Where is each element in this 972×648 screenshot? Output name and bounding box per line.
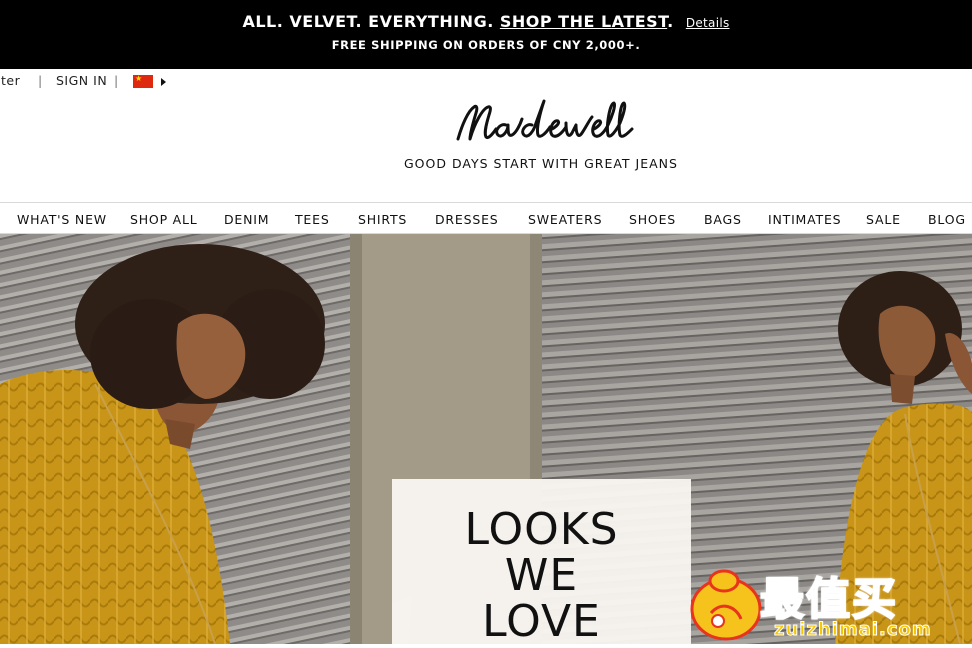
madewell-logo-svg xyxy=(456,99,634,141)
looks-we-love-box[interactable]: LOOKS WE LOVE xyxy=(392,479,691,644)
nav-item-intimates[interactable]: INTIMATES xyxy=(768,212,841,227)
promo-bar: ALL. VELVET. EVERYTHING. SHOP THE LATEST… xyxy=(0,0,972,69)
nav-item-whats-new[interactable]: WHAT'S NEW xyxy=(17,212,107,227)
nav-item-shirts[interactable]: SHIRTS xyxy=(358,212,407,227)
details-link[interactable]: Details xyxy=(686,16,730,30)
promo-main-text: ALL. VELVET. EVERYTHING. xyxy=(242,12,494,31)
nav-item-blog[interactable]: BLOG xyxy=(928,212,966,227)
caret-right-icon[interactable] xyxy=(161,78,166,86)
headline-line-1: LOOKS xyxy=(464,504,619,555)
promo-period: . xyxy=(667,12,674,31)
register-link[interactable]: ister xyxy=(0,73,20,88)
utility-separator: | xyxy=(114,73,119,88)
hero-headline: LOOKS WE LOVE xyxy=(392,504,691,645)
china-flag-icon[interactable]: ★ xyxy=(133,74,153,88)
nav-item-bags[interactable]: BAGS xyxy=(704,212,742,227)
shop-the-latest-link[interactable]: SHOP THE LATEST xyxy=(500,12,667,31)
main-nav: WHAT'S NEW SHOP ALL DENIM TEES SHIRTS DR… xyxy=(0,202,972,234)
watermark-mascot-icon xyxy=(690,569,762,641)
watermark: 最值买 zuizhimai.com xyxy=(686,561,972,644)
utility-separator: | xyxy=(38,73,43,88)
nav-item-shoes[interactable]: SHOES xyxy=(629,212,676,227)
watermark-text: 最值买 xyxy=(759,573,898,626)
nav-item-shop-all[interactable]: SHOP ALL xyxy=(130,212,198,227)
nav-item-tees[interactable]: TEES xyxy=(295,212,330,227)
nav-item-sweaters[interactable]: SWEATERS xyxy=(528,212,602,227)
nav-item-sale[interactable]: SALE xyxy=(866,212,901,227)
promo-headline: ALL. VELVET. EVERYTHING. SHOP THE LATEST… xyxy=(0,12,972,31)
nav-item-dresses[interactable]: DRESSES xyxy=(435,212,499,227)
free-shipping-text: FREE SHIPPING ON ORDERS OF CNY 2,000+. xyxy=(331,38,641,52)
nav-item-denim[interactable]: DENIM xyxy=(224,212,269,227)
madewell-logo[interactable] xyxy=(440,95,640,151)
watermark-url: zuizhimai.com xyxy=(774,619,932,641)
tagline: GOOD DAYS START WITH GREAT JEANS xyxy=(404,156,678,171)
headline-line-2: WE xyxy=(504,550,579,601)
sign-in-link[interactable]: SIGN IN xyxy=(56,73,107,88)
headline-line-3: LOVE xyxy=(482,596,601,645)
